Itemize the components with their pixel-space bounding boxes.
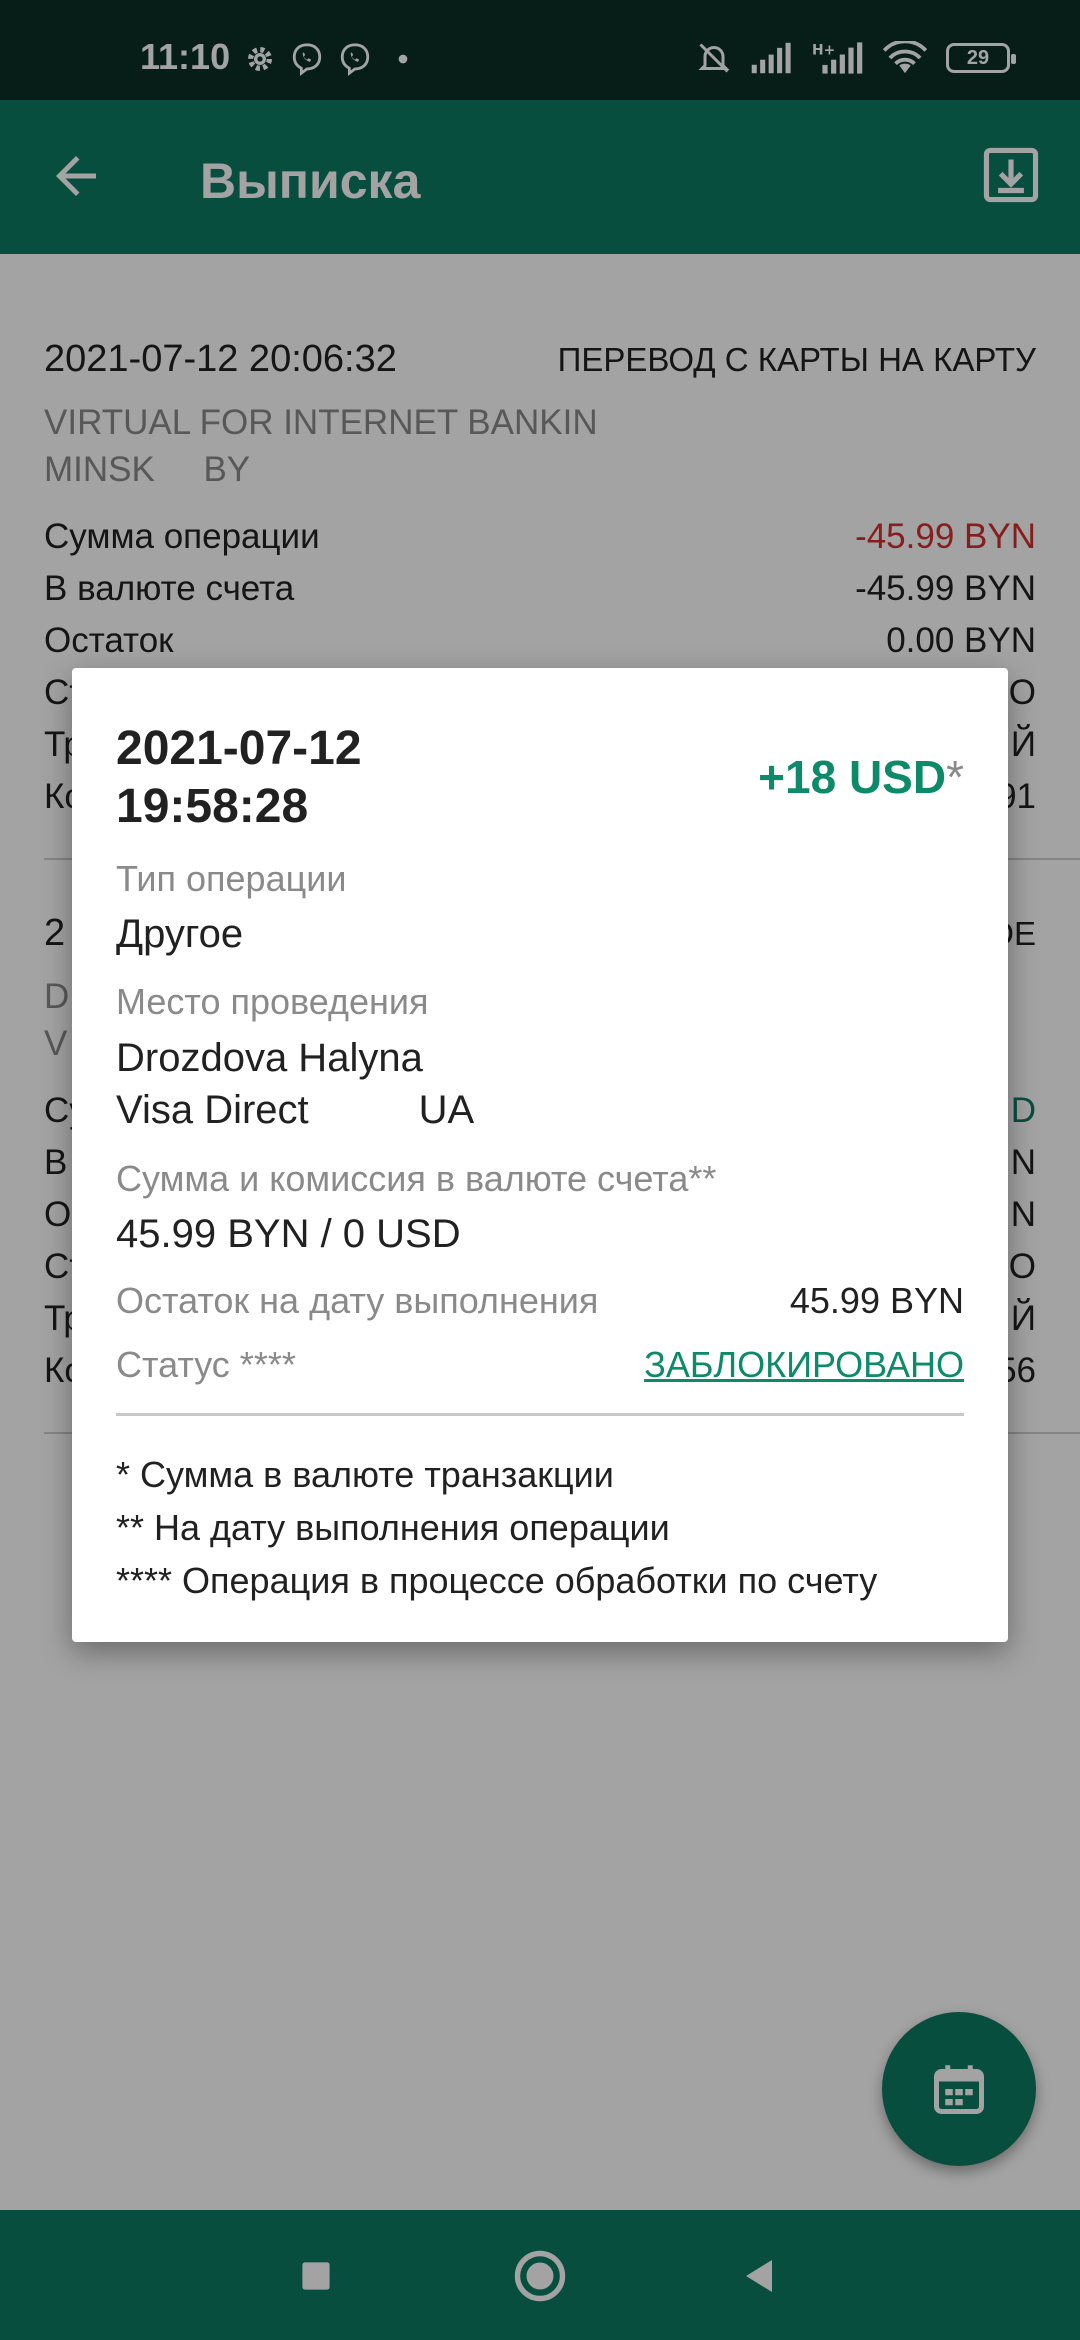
status-row: Статус **** ЗАБЛОКИРОВАНО bbox=[116, 1344, 964, 1386]
dialog-datetime: 2021-07-12 19:58:28 bbox=[116, 720, 516, 836]
dialog-date: 2021-07-12 bbox=[116, 722, 362, 775]
place-merchant: Visa Direct bbox=[116, 1088, 309, 1132]
footnotes: * Сумма в валюте транзакции ** На дату в… bbox=[116, 1448, 877, 1607]
dialog-time: 19:58:28 bbox=[116, 780, 309, 833]
footnote-2: ** На дату выполнения операции bbox=[116, 1507, 670, 1548]
place-label: Место проведения bbox=[116, 981, 429, 1022]
dialog-divider bbox=[116, 1413, 964, 1416]
balance-value: 45.99 BYN bbox=[789, 1280, 964, 1321]
balance-row: Остаток на дату выполнения 45.99 BYN bbox=[116, 1280, 964, 1322]
status-label: Статус **** bbox=[116, 1344, 296, 1385]
op-type-label: Тип операции bbox=[116, 858, 347, 899]
dialog-amount: +18 USD* bbox=[758, 750, 964, 804]
balance-label: Остаток на дату выполнения bbox=[116, 1280, 599, 1321]
place-line1: Drozdova Halyna bbox=[116, 1036, 423, 1080]
amount-star: * bbox=[946, 751, 964, 803]
op-type-value: Другое bbox=[116, 912, 244, 956]
amount-value: +18 USD bbox=[758, 751, 947, 803]
sum-value: 45.99 BYN / 0 USD bbox=[116, 1212, 461, 1256]
sum-label: Сумма и комиссия в валюте счета** bbox=[116, 1158, 717, 1199]
transaction-details-dialog: 2021-07-12 19:58:28 +18 USD* Тип операци… bbox=[72, 668, 1008, 1642]
place-line2: Visa Direct UA bbox=[116, 1084, 474, 1136]
status-link[interactable]: ЗАБЛОКИРОВАНО bbox=[644, 1344, 964, 1386]
footnote-1: * Сумма в валюте транзакции bbox=[116, 1454, 614, 1495]
place-country: UA bbox=[418, 1088, 475, 1132]
footnote-3: **** Операция в процессе обработки по сч… bbox=[116, 1560, 878, 1601]
